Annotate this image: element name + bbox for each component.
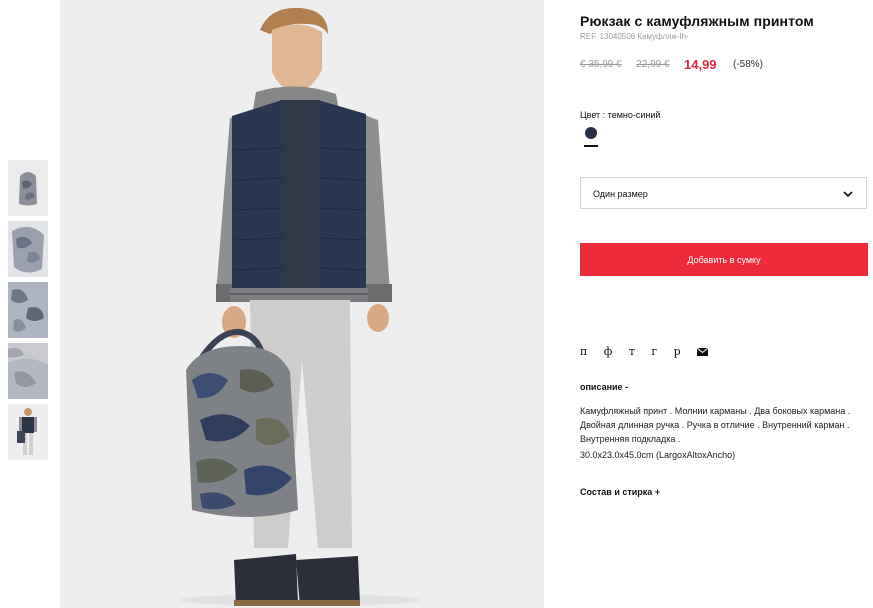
previous-price: 22,99 € — [636, 59, 670, 71]
dimensions-text: 30.0x23.0x45.0cm (LargoxAltoxAncho) — [580, 450, 736, 460]
composition-toggle[interactable]: Состав и стирка + — [580, 487, 660, 497]
twitter-icon[interactable]: т — [629, 345, 635, 358]
chevron-down-icon — [843, 191, 853, 198]
product-title: Рюкзак с камуфляжным принтом — [580, 13, 814, 29]
original-price: € 35,99 € — [580, 59, 622, 71]
thumbnail-1[interactable] — [8, 160, 48, 216]
google-plus-icon[interactable]: г — [651, 345, 657, 358]
product-main-image[interactable] — [60, 0, 544, 608]
mail-icon[interactable] — [696, 345, 709, 358]
thumbnail-3[interactable] — [8, 282, 48, 338]
print-icon[interactable]: р — [674, 345, 681, 358]
discount-badge: (-58%) — [733, 59, 764, 71]
size-select-value: Один размер — [593, 189, 648, 199]
price-row: € 35,99 € 22,99 € 14,99 (-58%) — [580, 56, 763, 74]
thumbnail-list — [8, 160, 48, 465]
color-swatch-navy[interactable] — [585, 127, 597, 139]
color-label: Цвет : темно-синий — [580, 110, 661, 120]
current-price: 14,99 — [684, 57, 717, 73]
facebook-icon[interactable]: ф — [604, 345, 613, 358]
thumbnail-4[interactable] — [8, 343, 48, 399]
share-icons: п ф т г р — [580, 343, 720, 358]
description-heading[interactable]: описание - — [580, 382, 628, 392]
description-text: Камуфляжный принт . Молнии карманы . Два… — [580, 406, 851, 444]
thumbnail-5[interactable] — [8, 404, 48, 460]
swatch-selected-indicator — [584, 145, 598, 147]
add-to-bag-button[interactable]: Добавить в сумку — [580, 243, 868, 276]
pinterest-icon[interactable]: п — [580, 345, 587, 358]
product-ref: REF. 13040506 Камуфляж-Ih- — [580, 32, 689, 41]
thumbnail-2[interactable] — [8, 221, 48, 277]
size-select[interactable]: Один размер — [580, 177, 867, 209]
